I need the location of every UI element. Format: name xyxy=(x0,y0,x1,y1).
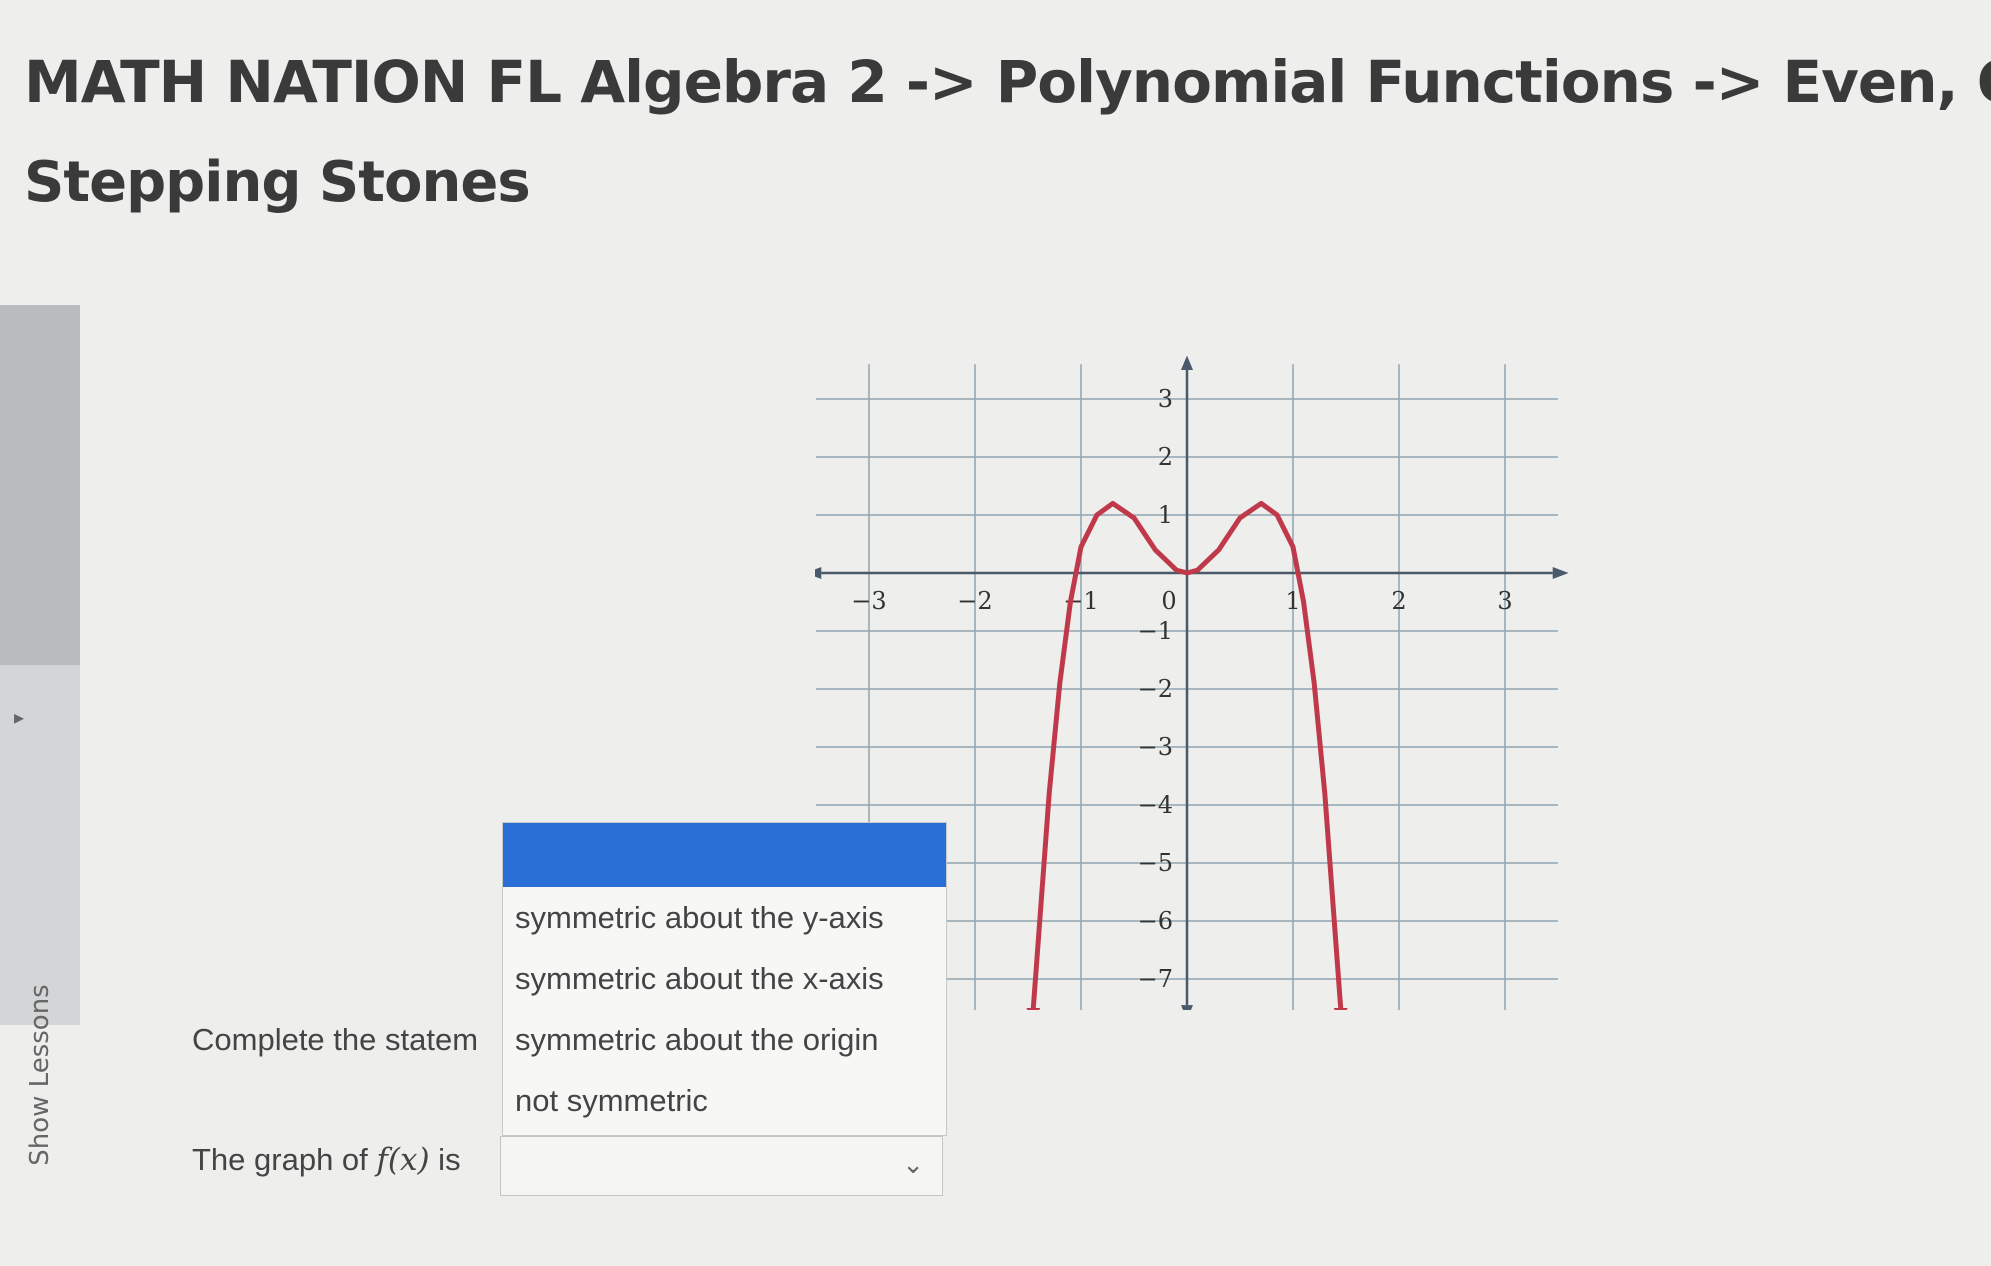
lessons-tab-strip xyxy=(0,305,80,665)
y-tick-label: 1 xyxy=(1158,501,1173,529)
x-tick-label: −3 xyxy=(851,587,886,615)
y-tick-label: 2 xyxy=(1158,443,1173,471)
y-tick-label: 3 xyxy=(1158,385,1173,413)
statement-suffix: is xyxy=(429,1142,461,1177)
x-tick-label: 0 xyxy=(1161,587,1176,615)
page-subtitle: Stepping Stones xyxy=(24,150,531,215)
x-tick-label: 3 xyxy=(1497,587,1512,615)
x-tick-label: −2 xyxy=(957,587,992,615)
symmetry-dropdown-menu[interactable]: symmetric about the y-axis symmetric abo… xyxy=(502,822,947,1136)
x-tick-label: 2 xyxy=(1391,587,1406,615)
dropdown-highlighted-option[interactable] xyxy=(503,823,946,887)
show-lessons-tab[interactable]: ▸ Show Lessons xyxy=(0,305,80,1166)
answer-statement: The graph of f(x) is xyxy=(192,1142,461,1178)
complete-statement-prompt: Complete the statem xyxy=(192,1022,479,1057)
x-tick-label: 1 xyxy=(1285,587,1300,615)
y-tick-label: −4 xyxy=(1138,791,1173,819)
x-axis-left-arrow-icon xyxy=(805,567,822,579)
breadcrumb: MATH NATION FL Algebra 2 -> Polynomial F… xyxy=(24,48,1991,116)
dropdown-option-y-axis[interactable]: symmetric about the y-axis xyxy=(503,887,946,948)
triangle-right-icon: ▸ xyxy=(14,707,25,729)
y-tick-label: −2 xyxy=(1138,675,1173,703)
show-lessons-label: Show Lessons xyxy=(25,984,55,1166)
function-name: f(x) xyxy=(376,1142,430,1178)
x-axis-right-arrow-icon xyxy=(1552,567,1569,579)
curve-left-end-arrow-icon xyxy=(1026,1008,1041,1022)
y-tick-label: −6 xyxy=(1138,907,1173,935)
dropdown-option-x-axis[interactable]: symmetric about the x-axis xyxy=(503,948,946,1009)
chevron-down-icon: ⌄ xyxy=(902,1149,924,1179)
y-axis-up-arrow-icon xyxy=(1181,355,1193,370)
curve-right-end-arrow-icon xyxy=(1333,1008,1348,1022)
y-tick-label: −3 xyxy=(1138,733,1173,761)
statement-prefix: The graph of xyxy=(192,1142,377,1177)
y-tick-label: −5 xyxy=(1138,849,1173,877)
symmetry-select[interactable]: ⌄ xyxy=(500,1136,943,1196)
y-tick-label: −7 xyxy=(1138,965,1173,993)
y-axis-down-arrow-icon xyxy=(1181,1005,1193,1020)
y-tick-label: −1 xyxy=(1138,617,1173,645)
dropdown-option-not-symmetric[interactable]: not symmetric xyxy=(503,1070,946,1131)
dropdown-option-origin[interactable]: symmetric about the origin xyxy=(503,1009,946,1070)
